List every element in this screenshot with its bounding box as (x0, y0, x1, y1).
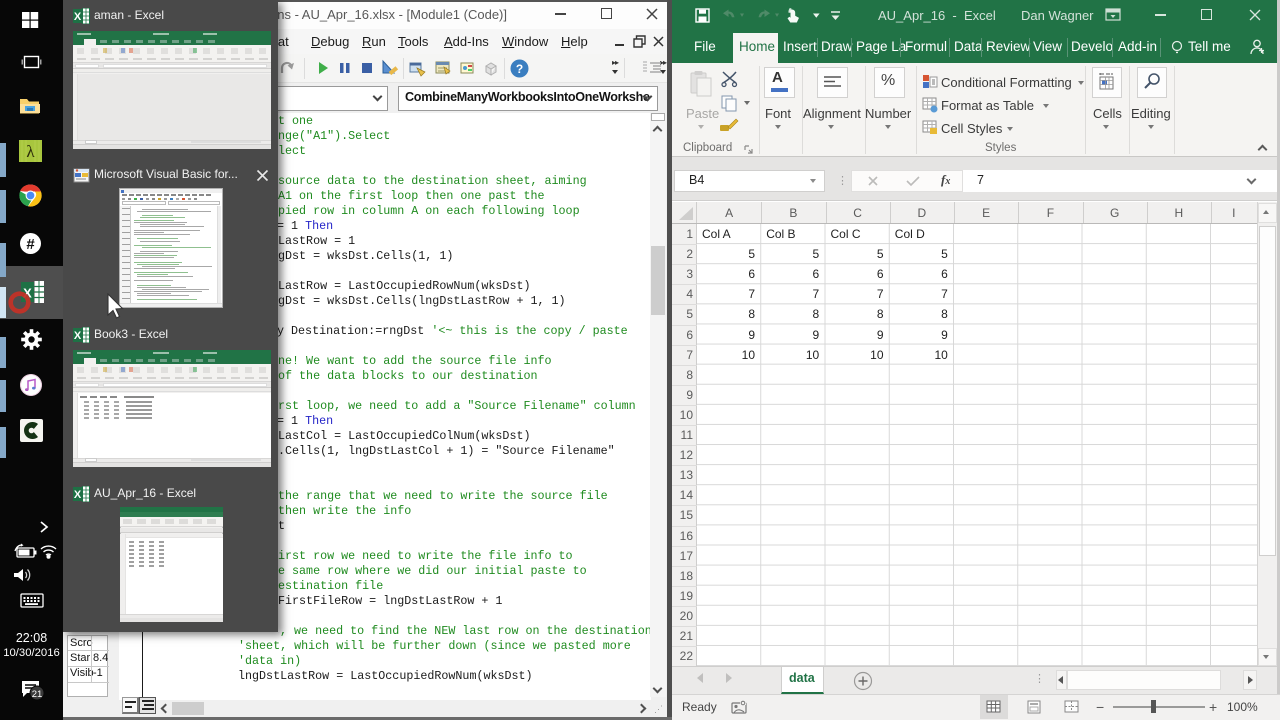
svg-text:21: 21 (32, 689, 43, 700)
svg-text:λ: λ (26, 142, 35, 161)
svg-text:#: # (26, 236, 35, 253)
svg-text:?: ? (516, 62, 523, 76)
svg-text:X: X (74, 489, 82, 501)
svg-text:X: X (74, 330, 82, 342)
svg-text:X: X (74, 11, 82, 23)
